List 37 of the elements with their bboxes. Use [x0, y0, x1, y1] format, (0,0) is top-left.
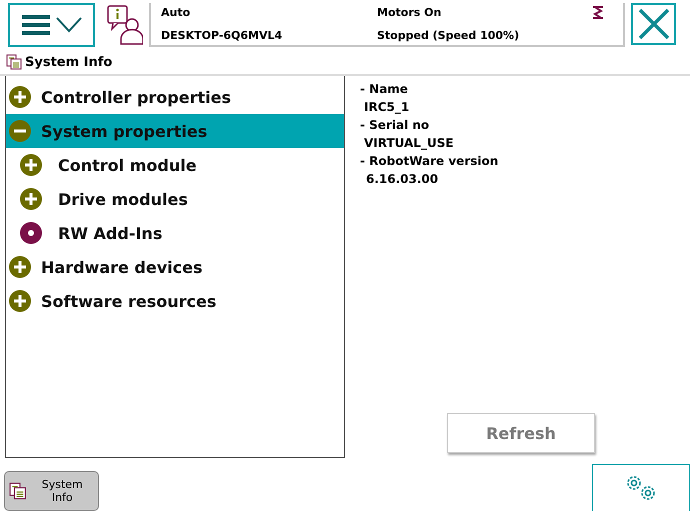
tree-item[interactable]: Controller properties: [6, 80, 344, 114]
settings-button[interactable]: [592, 464, 690, 511]
collapse-icon[interactable]: [9, 120, 31, 142]
system-info-icon: [6, 54, 22, 70]
user-info-icon[interactable]: [107, 5, 143, 45]
robot-status-icon: [593, 6, 603, 19]
property-label: - RobotWare version: [360, 153, 500, 170]
close-button[interactable]: [631, 3, 676, 45]
property-value: IRC5_1: [363, 99, 410, 116]
tree-item[interactable]: Software resources: [6, 284, 344, 318]
menu-button[interactable]: [8, 3, 95, 47]
program-state: Stopped (Speed 100%): [377, 28, 520, 44]
tree-item[interactable]: Control module: [6, 148, 344, 182]
chevron-down-icon: [56, 17, 82, 33]
status-panel[interactable]: Auto Motors On DESKTOP-6Q6MVL4 Stopped (Speed 100%): [149, 3, 625, 47]
expand-icon[interactable]: [9, 290, 31, 312]
tree-item[interactable]: RW Add-Ins: [6, 216, 344, 250]
leaf-icon: [20, 222, 42, 244]
view-title: System Info: [25, 54, 112, 70]
expand-icon[interactable]: [9, 86, 31, 108]
tree-item[interactable]: System properties: [6, 114, 344, 148]
controller-name: DESKTOP-6Q6MVL4: [161, 28, 284, 44]
motors-status: Motors On: [377, 6, 442, 21]
property-label: - Serial no: [360, 117, 430, 134]
property-value: 6.16.03.00: [365, 171, 440, 188]
property-label: - Name: [360, 81, 409, 98]
close-icon: [638, 8, 670, 40]
tree-item[interactable]: Drive modules: [6, 182, 344, 216]
menu-icon: [22, 14, 50, 36]
expand-icon[interactable]: [20, 154, 42, 176]
taskbar-button[interactable]: System Info: [4, 471, 99, 511]
system-info-icon: [9, 482, 26, 500]
expand-icon[interactable]: [20, 188, 42, 210]
property-value: VIRTUAL_USE: [363, 135, 455, 152]
expand-icon[interactable]: [9, 256, 31, 278]
operating-mode: Auto: [161, 6, 192, 21]
tree-item[interactable]: Hardware devices: [6, 250, 344, 284]
